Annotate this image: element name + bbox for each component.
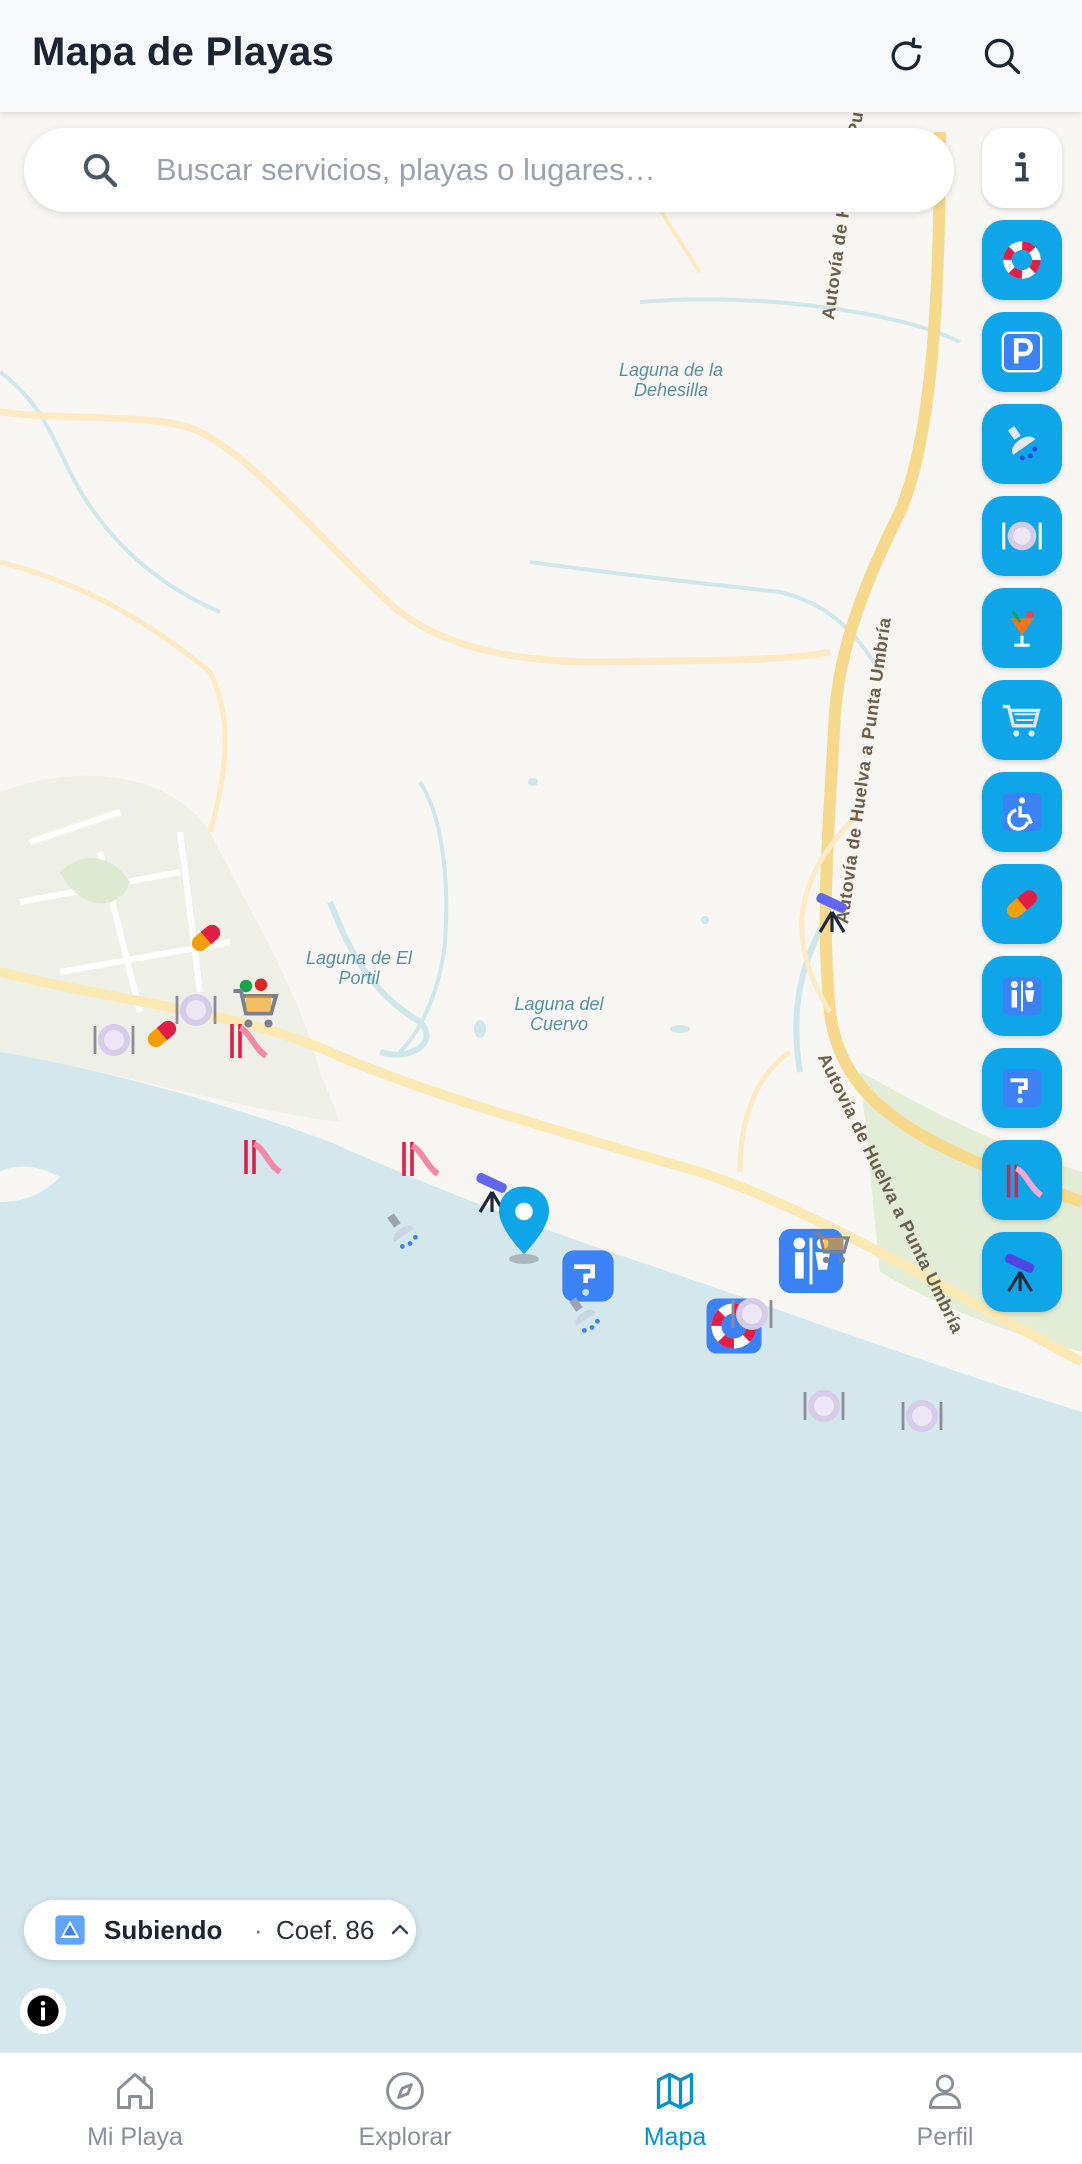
map-base: [0, 112, 1082, 2052]
pill-icon: [191, 924, 221, 952]
restaurant-marker[interactable]: [172, 986, 220, 1034]
search-input[interactable]: [156, 146, 916, 194]
info-icon: [1015, 152, 1029, 182]
filter-shower-button[interactable]: [982, 404, 1062, 484]
restroom-icon: [1002, 976, 1042, 1016]
plate-icon: [93, 1024, 135, 1056]
label-laguna-el-portil: Laguna de El Portil: [305, 948, 413, 988]
telescope-icon: [1005, 1253, 1035, 1292]
viewpoint-marker[interactable]: [810, 888, 858, 936]
filter-playground-button[interactable]: [982, 1140, 1062, 1220]
location-pin-icon: [499, 1186, 549, 1264]
filter-beach-bar-button[interactable]: [982, 588, 1062, 668]
selected-location-pin[interactable]: [494, 1184, 554, 1264]
nav-perfil[interactable]: Perfil: [810, 2053, 1080, 2164]
telescope-icon: [816, 892, 847, 933]
shower-marker[interactable]: [378, 1208, 426, 1256]
refresh-button[interactable]: [878, 28, 934, 84]
nav-explorar[interactable]: Explorar: [270, 2053, 540, 2164]
shopping-cart-icon: [814, 1232, 851, 1264]
nav-mapa[interactable]: Mapa: [540, 2053, 810, 2164]
bottom-navigation: Mi Playa Explorar Mapa Perfil: [0, 2052, 1082, 2164]
header-search-button[interactable]: [974, 28, 1030, 84]
app-header: Mapa de Playas: [0, 0, 1082, 112]
nav-label: Mi Playa: [87, 2123, 183, 2151]
slide-icon: [402, 1142, 440, 1177]
pill-icon: [1006, 890, 1038, 918]
rising-arrow-icon: [55, 1915, 85, 1945]
chevron-up-icon: [391, 1924, 409, 1935]
label-laguna-dehesilla: Laguna de la Dehesilla: [618, 360, 724, 400]
shopping-cart-icon: [1002, 704, 1041, 737]
search-icon: [83, 153, 118, 188]
nav-label: Explorar: [358, 2123, 452, 2151]
map-attribution-button[interactable]: [20, 1988, 66, 2034]
pharmacy-marker[interactable]: [182, 914, 230, 962]
tide-indicator[interactable]: Subiendo · Coef. 86: [24, 1900, 416, 1960]
plate-icon: [175, 994, 217, 1026]
search-icon: [984, 38, 1021, 75]
page-title: Mapa de Playas: [32, 30, 335, 74]
parking-icon: [1001, 331, 1043, 373]
nav-mi-playa[interactable]: Mi Playa: [0, 2053, 270, 2164]
compass-icon: [386, 2072, 424, 2110]
nav-label: Mapa: [643, 2123, 707, 2151]
playground-marker[interactable]: [236, 1132, 284, 1180]
restaurant-marker[interactable]: [728, 1290, 776, 1338]
plate-icon: [901, 1400, 943, 1432]
slide-icon: [1006, 1164, 1043, 1198]
plate-icon: [803, 1390, 845, 1422]
restaurant-marker[interactable]: [90, 1016, 138, 1064]
filter-viewpoint-button[interactable]: [982, 1232, 1062, 1312]
tide-coefficient: Coef. 86: [276, 1915, 375, 1945]
filter-info-button[interactable]: [982, 128, 1062, 208]
shower-icon: [387, 1213, 418, 1249]
filter-parking-button[interactable]: [982, 312, 1062, 392]
restaurant-marker[interactable]: [800, 1382, 848, 1430]
plate-icon: [1002, 521, 1042, 551]
wheelchair-icon: [1002, 792, 1042, 832]
refresh-icon: [891, 37, 922, 71]
slide-icon: [230, 1024, 268, 1059]
filter-water-button[interactable]: [982, 1048, 1062, 1128]
filter-toilets-button[interactable]: [982, 956, 1062, 1036]
filter-pharmacy-button[interactable]: [982, 864, 1062, 944]
playground-marker[interactable]: [394, 1134, 442, 1182]
shower-icon: [1007, 426, 1038, 461]
map-icon: [656, 2072, 694, 2110]
filter-accessibility-button[interactable]: [982, 772, 1062, 852]
filter-lifeguard-button[interactable]: [982, 220, 1062, 300]
water-tap-icon: [1002, 1068, 1042, 1108]
shop-marker[interactable]: [808, 1222, 856, 1270]
info-circle-icon: [27, 1995, 59, 2027]
nav-label: Perfil: [916, 2123, 974, 2151]
lifebuoy-icon: [1003, 241, 1041, 279]
home-icon: [117, 2073, 153, 2109]
shower-marker[interactable]: [560, 1292, 608, 1340]
restaurant-marker[interactable]: [898, 1392, 946, 1440]
search-bar[interactable]: [24, 128, 954, 212]
plate-icon: [731, 1298, 773, 1330]
playground-marker[interactable]: [222, 1016, 270, 1064]
user-icon: [928, 2074, 962, 2109]
tide-separator: ·: [254, 1915, 263, 1945]
slide-icon: [244, 1140, 282, 1175]
filter-shop-button[interactable]: [982, 680, 1062, 760]
tide-status: Subiendo: [104, 1915, 223, 1945]
filter-restaurant-button[interactable]: [982, 496, 1062, 576]
shower-icon: [569, 1297, 600, 1333]
cocktail-icon: [1010, 610, 1034, 647]
map-canvas[interactable]: Laguna de la Dehesilla Laguna de El Portil…: [0, 112, 1082, 2052]
label-laguna-cuervo: Laguna del Cuervo: [514, 994, 604, 1034]
